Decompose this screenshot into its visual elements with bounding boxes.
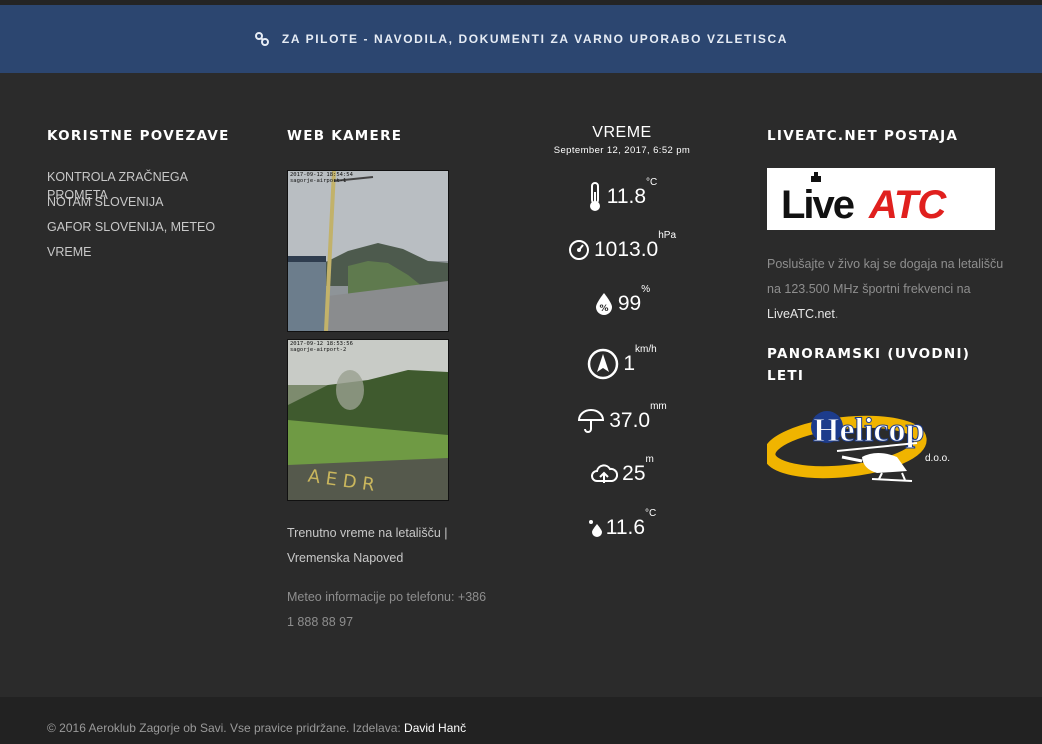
link-notam[interactable]: NOTAM SLOVENIJA (47, 195, 163, 209)
thermometer-icon (589, 182, 600, 211)
footer-copyright-text: © 2016 Aeroklub Zagorje ob Savi. Vse pra… (47, 721, 405, 735)
weather-rain: 37.0mm (540, 401, 704, 434)
webcam-list: 2017-09-12 18:54:54 sagorje-airport-1 A … (287, 170, 507, 501)
dewpoint-icon (588, 520, 602, 537)
footer: © 2016 Aeroklub Zagorje ob Savi. Vse pra… (0, 697, 1042, 744)
weather-title: VREME (592, 124, 652, 141)
webcam-image-1[interactable]: 2017-09-12 18:54:54 sagorje-airport-1 (287, 170, 449, 332)
weather-caption[interactable]: Trenutno vreme na letališču | Vremenska … (287, 521, 507, 571)
pilot-banner: ZA PILOTE - NAVODILA, DOKUMENTI ZA VARNO… (0, 5, 1042, 73)
webcam-1-scene (288, 171, 448, 331)
temperature-value: 11.8°C (606, 177, 658, 208)
dewpoint-value: 11.6°C (605, 508, 657, 539)
wind-direction-icon (588, 348, 619, 380)
footer-author-link[interactable]: David Hanč (404, 721, 466, 735)
panoramic-heading: PANORAMSKI (UVODNI) LETI (767, 343, 1017, 387)
meteo-phone: Meteo informacije po telefonu: +386 1 88… (287, 585, 507, 635)
panoramic-heading-line1: PANORAMSKI (UVODNI) (767, 346, 971, 362)
cloudbase-value: 25m (622, 454, 654, 485)
panoramic-heading-line2: LETI (767, 368, 805, 384)
liveatc-description-end: . (834, 307, 839, 321)
link-icon (254, 32, 269, 46)
link-gafor[interactable]: GAFOR SLOVENIJA, METEO (47, 220, 215, 234)
list-item: NOTAM SLOVENIJA (47, 193, 247, 218)
umbrella-icon (578, 409, 605, 433)
liveatc-description-text: Poslušajte v živo kaj se dogaja na letal… (767, 257, 1004, 296)
meteo-phone-line2: 1 888 88 97 (287, 615, 354, 629)
list-item: GAFOR SLOVENIJA, METEO (47, 218, 247, 243)
webcam-2-label: sagorje-airport-2 (290, 347, 347, 353)
helicop-logo[interactable]: Helicop d.o.o. (763, 405, 1017, 500)
liveatc-logo-graphic: Live ATC (781, 172, 948, 226)
webcam-1-label: sagorje-airport-1 (290, 178, 347, 184)
weather-date: September 12, 2017, 6:52 pm (553, 145, 691, 156)
meteo-phone-line1: Meteo informacije po telefonu: +386 (287, 590, 487, 604)
liveatc-logo-atc: ATC (868, 183, 947, 226)
link-vreme[interactable]: VREME (47, 245, 91, 259)
cloud-upload-icon (591, 464, 619, 483)
pressure-value: 1013.0hPa (593, 230, 677, 261)
liveatc-logo[interactable]: Live ATC (767, 168, 995, 230)
useful-links-column: KORISTNE POVEZAVE KONTROLA ZRAČNEGA PROM… (47, 128, 247, 268)
humidity-drop-icon: % (595, 293, 612, 315)
weather-caption-line2[interactable]: Vremenska Napoved (287, 546, 507, 571)
webcam-2-overlay: 2017-09-12 18:53:56 sagorje-airport-2 (290, 341, 353, 353)
liveatc-column: LIVEATC.NET POSTAJA Live ATC Poslušajte … (763, 128, 1017, 500)
liveatc-logo-live: Live (781, 183, 854, 226)
weather-cloudbase: 25m (540, 454, 704, 486)
pilot-docs-link[interactable]: ZA PILOTE - NAVODILA, DOKUMENTI ZA VARNO… (254, 31, 788, 47)
useful-links-heading: KORISTNE POVEZAVE (47, 128, 230, 144)
weather-dewpoint: 11.6°C (540, 508, 704, 540)
useful-links-list: KONTROLA ZRAČNEGA PROMETA NOTAM SLOVENIJ… (47, 168, 247, 268)
weather-caption-line1[interactable]: Trenutno vreme na letališču | (287, 521, 507, 546)
weather-wind: 1km/h (540, 344, 704, 380)
weather-humidity: % 99% (540, 284, 704, 316)
helicop-logo-graphic: Helicop d.o.o. (763, 411, 950, 482)
wind-value: 1km/h (623, 344, 657, 375)
webcam-2-scene: A E D R (288, 340, 448, 500)
gauge-icon (568, 240, 589, 260)
weather-pressure: 1013.0hPa (540, 230, 704, 262)
weather-widget: VREME September 12, 2017, 6:52 pm 11.8°C… (540, 124, 704, 539)
weather-temperature: 11.8°C (540, 177, 704, 212)
list-item: VREME (47, 243, 247, 268)
list-item: KONTROLA ZRAČNEGA PROMETA (47, 168, 247, 202)
rain-value: 37.0mm (609, 401, 667, 432)
liveatc-link[interactable]: LiveATC.net (767, 307, 835, 321)
liveatc-heading: LIVEATC.NET POSTAJA (767, 128, 959, 144)
banner-text: ZA PILOTE - NAVODILA, DOKUMENTI ZA VARNO… (281, 32, 789, 46)
webcams-column: WEB KAMERE 2017-09-12 18:54:54 sagorje-a… (287, 128, 507, 635)
webcam-image-2[interactable]: A E D R 2017-09-12 18:53:56 sagorje-airp… (287, 339, 449, 501)
webcam-1-overlay: 2017-09-12 18:54:54 sagorje-airport-1 (290, 172, 353, 184)
footer-copyright: © 2016 Aeroklub Zagorje ob Savi. Vse pra… (47, 721, 466, 735)
liveatc-description: Poslušajte v živo kaj se dogaja na letal… (767, 252, 1007, 327)
svg-text:%: % (599, 304, 608, 314)
webcams-heading: WEB KAMERE (287, 128, 403, 144)
humidity-value: 99% (617, 284, 651, 315)
helicop-logo-subtext: d.o.o. (925, 453, 950, 464)
